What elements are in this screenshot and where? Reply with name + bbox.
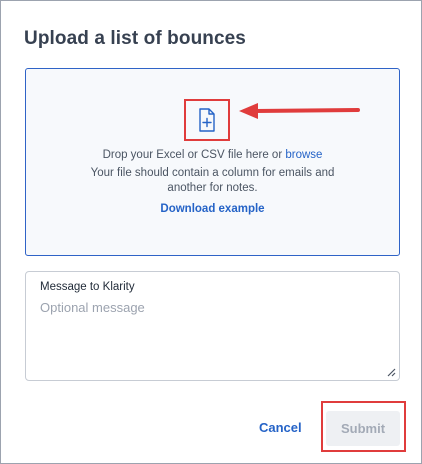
message-field-container[interactable]: Message to Klarity: [25, 271, 400, 381]
annotation-arrow: [239, 103, 360, 119]
submit-button[interactable]: Submit: [326, 411, 400, 446]
drop-prompt-text: Drop your Excel or CSV file here or: [102, 149, 286, 161]
file-dropzone[interactable]: Drop your Excel or CSV file here or brow…: [25, 68, 400, 256]
annotation-highlight-box: [184, 99, 230, 141]
dialog-title: Upload a list of bounces: [24, 28, 246, 49]
resize-handle-icon[interactable]: [386, 367, 396, 377]
file-plus-icon[interactable]: [198, 108, 216, 132]
drop-instruction: Drop your Excel or CSV file here or brow…: [26, 148, 399, 163]
browse-link[interactable]: browse: [285, 149, 322, 161]
message-label: Message to Klarity: [40, 281, 135, 293]
message-textarea[interactable]: [40, 300, 385, 372]
file-requirements-line-2: another for notes.: [167, 182, 258, 194]
file-requirements-line-1: Your file should contain a column for em…: [90, 167, 335, 179]
download-example-link[interactable]: Download example: [26, 203, 399, 215]
cancel-button[interactable]: Cancel: [259, 420, 302, 435]
upload-bounces-dialog: Upload a list of bounces Drop your Excel…: [0, 0, 422, 464]
